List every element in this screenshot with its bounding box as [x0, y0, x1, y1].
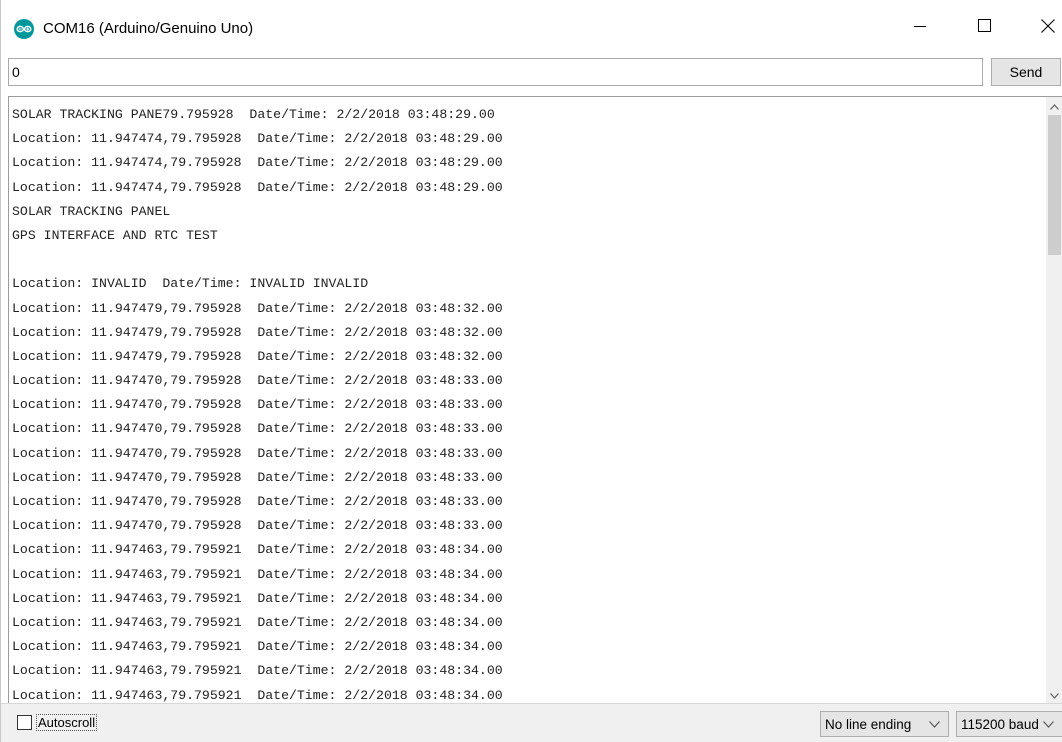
chevron-down-icon — [926, 716, 942, 732]
close-icon — [1041, 18, 1055, 38]
output-line: Location: 11.947474,79.795928 Date/Time:… — [12, 131, 503, 147]
scroll-up-button[interactable] — [1046, 97, 1062, 114]
output-line: GPS INTERFACE AND RTC TEST — [12, 227, 218, 243]
output-line: Location: 11.947474,79.795928 Date/Time:… — [12, 155, 503, 171]
status-bar: Autoscroll No line ending 115200 baud — [1, 703, 1062, 742]
output-line: Location: 11.947479,79.795928 Date/Time:… — [12, 324, 503, 340]
output-line: Location: 11.947463,79.795921 Date/Time:… — [12, 614, 503, 630]
output-line: Location: 11.947470,79.795928 Date/Time:… — [12, 373, 503, 389]
output-line: Location: 11.947463,79.795921 Date/Time:… — [12, 542, 503, 558]
output-line: Location: 11.947479,79.795928 Date/Time:… — [12, 348, 503, 364]
output-line: Location: 11.947470,79.795928 Date/Time:… — [12, 469, 503, 485]
output-line: SOLAR TRACKING PANEL — [12, 203, 171, 219]
serial-output-area[interactable]: SOLAR TRACKING PANE79.795928 Date/Time: … — [8, 96, 1062, 703]
serial-input-field[interactable] — [8, 58, 983, 86]
output-line: Location: 11.947470,79.795928 Date/Time:… — [12, 397, 503, 413]
output-line: Location: 11.947470,79.795928 Date/Time:… — [12, 518, 503, 534]
scroll-down-button[interactable] — [1046, 686, 1062, 703]
send-button[interactable]: Send — [991, 58, 1061, 86]
output-line: Location: 11.947463,79.795921 Date/Time:… — [12, 639, 503, 655]
scrollbar-thumb[interactable] — [1048, 115, 1061, 255]
close-button[interactable] — [1025, 10, 1062, 46]
output-line: Location: 11.947463,79.795921 Date/Time:… — [12, 566, 503, 582]
output-line: Location: 11.947470,79.795928 Date/Time:… — [12, 421, 503, 437]
maximize-button[interactable] — [961, 10, 1007, 46]
output-line: Location: 11.947463,79.795921 Date/Time:… — [12, 663, 503, 679]
title-bar[interactable]: COM16 (Arduino/Genuino Uno) — [1, 0, 1062, 56]
output-line: Location: 11.947474,79.795928 Date/Time:… — [12, 179, 503, 195]
serial-monitor-window: COM16 (Arduino/Genuino Uno) Send SOLAR T… — [0, 0, 1062, 742]
checkbox-icon[interactable] — [17, 715, 32, 730]
baud-rate-value: 115200 baud — [961, 716, 1039, 732]
line-ending-select[interactable]: No line ending — [820, 711, 949, 737]
chevron-up-icon — [1050, 97, 1059, 115]
output-line: Location: 11.947479,79.795928 Date/Time:… — [12, 300, 503, 316]
autoscroll-checkbox[interactable]: Autoscroll — [17, 714, 98, 731]
minimize-icon — [914, 19, 926, 37]
output-line: Location: 11.947470,79.795928 Date/Time:… — [12, 494, 503, 509]
minimize-button[interactable] — [897, 10, 943, 46]
baud-rate-select[interactable]: 115200 baud — [956, 711, 1062, 737]
chevron-down-icon — [1050, 686, 1059, 704]
output-line: Location: INVALID Date/Time: INVALID INV… — [12, 276, 369, 292]
window-title: COM16 (Arduino/Genuino Uno) — [43, 20, 254, 37]
maximize-icon — [977, 19, 991, 37]
output-line: Location: 11.947463,79.795921 Date/Time:… — [12, 687, 503, 703]
serial-output-text: SOLAR TRACKING PANE79.795928 Date/Time: … — [12, 103, 1032, 703]
send-row: Send — [1, 56, 1062, 92]
line-ending-value: No line ending — [825, 716, 912, 732]
vertical-scrollbar[interactable] — [1046, 97, 1062, 703]
output-line: SOLAR TRACKING PANE79.795928 Date/Time: … — [12, 107, 495, 122]
output-line: Location: 11.947463,79.795921 Date/Time:… — [12, 590, 503, 606]
arduino-logo-icon — [14, 19, 34, 39]
autoscroll-label[interactable]: Autoscroll — [36, 714, 98, 731]
output-line: Location: 11.947470,79.795928 Date/Time:… — [12, 445, 503, 461]
chevron-down-icon — [1040, 716, 1056, 732]
